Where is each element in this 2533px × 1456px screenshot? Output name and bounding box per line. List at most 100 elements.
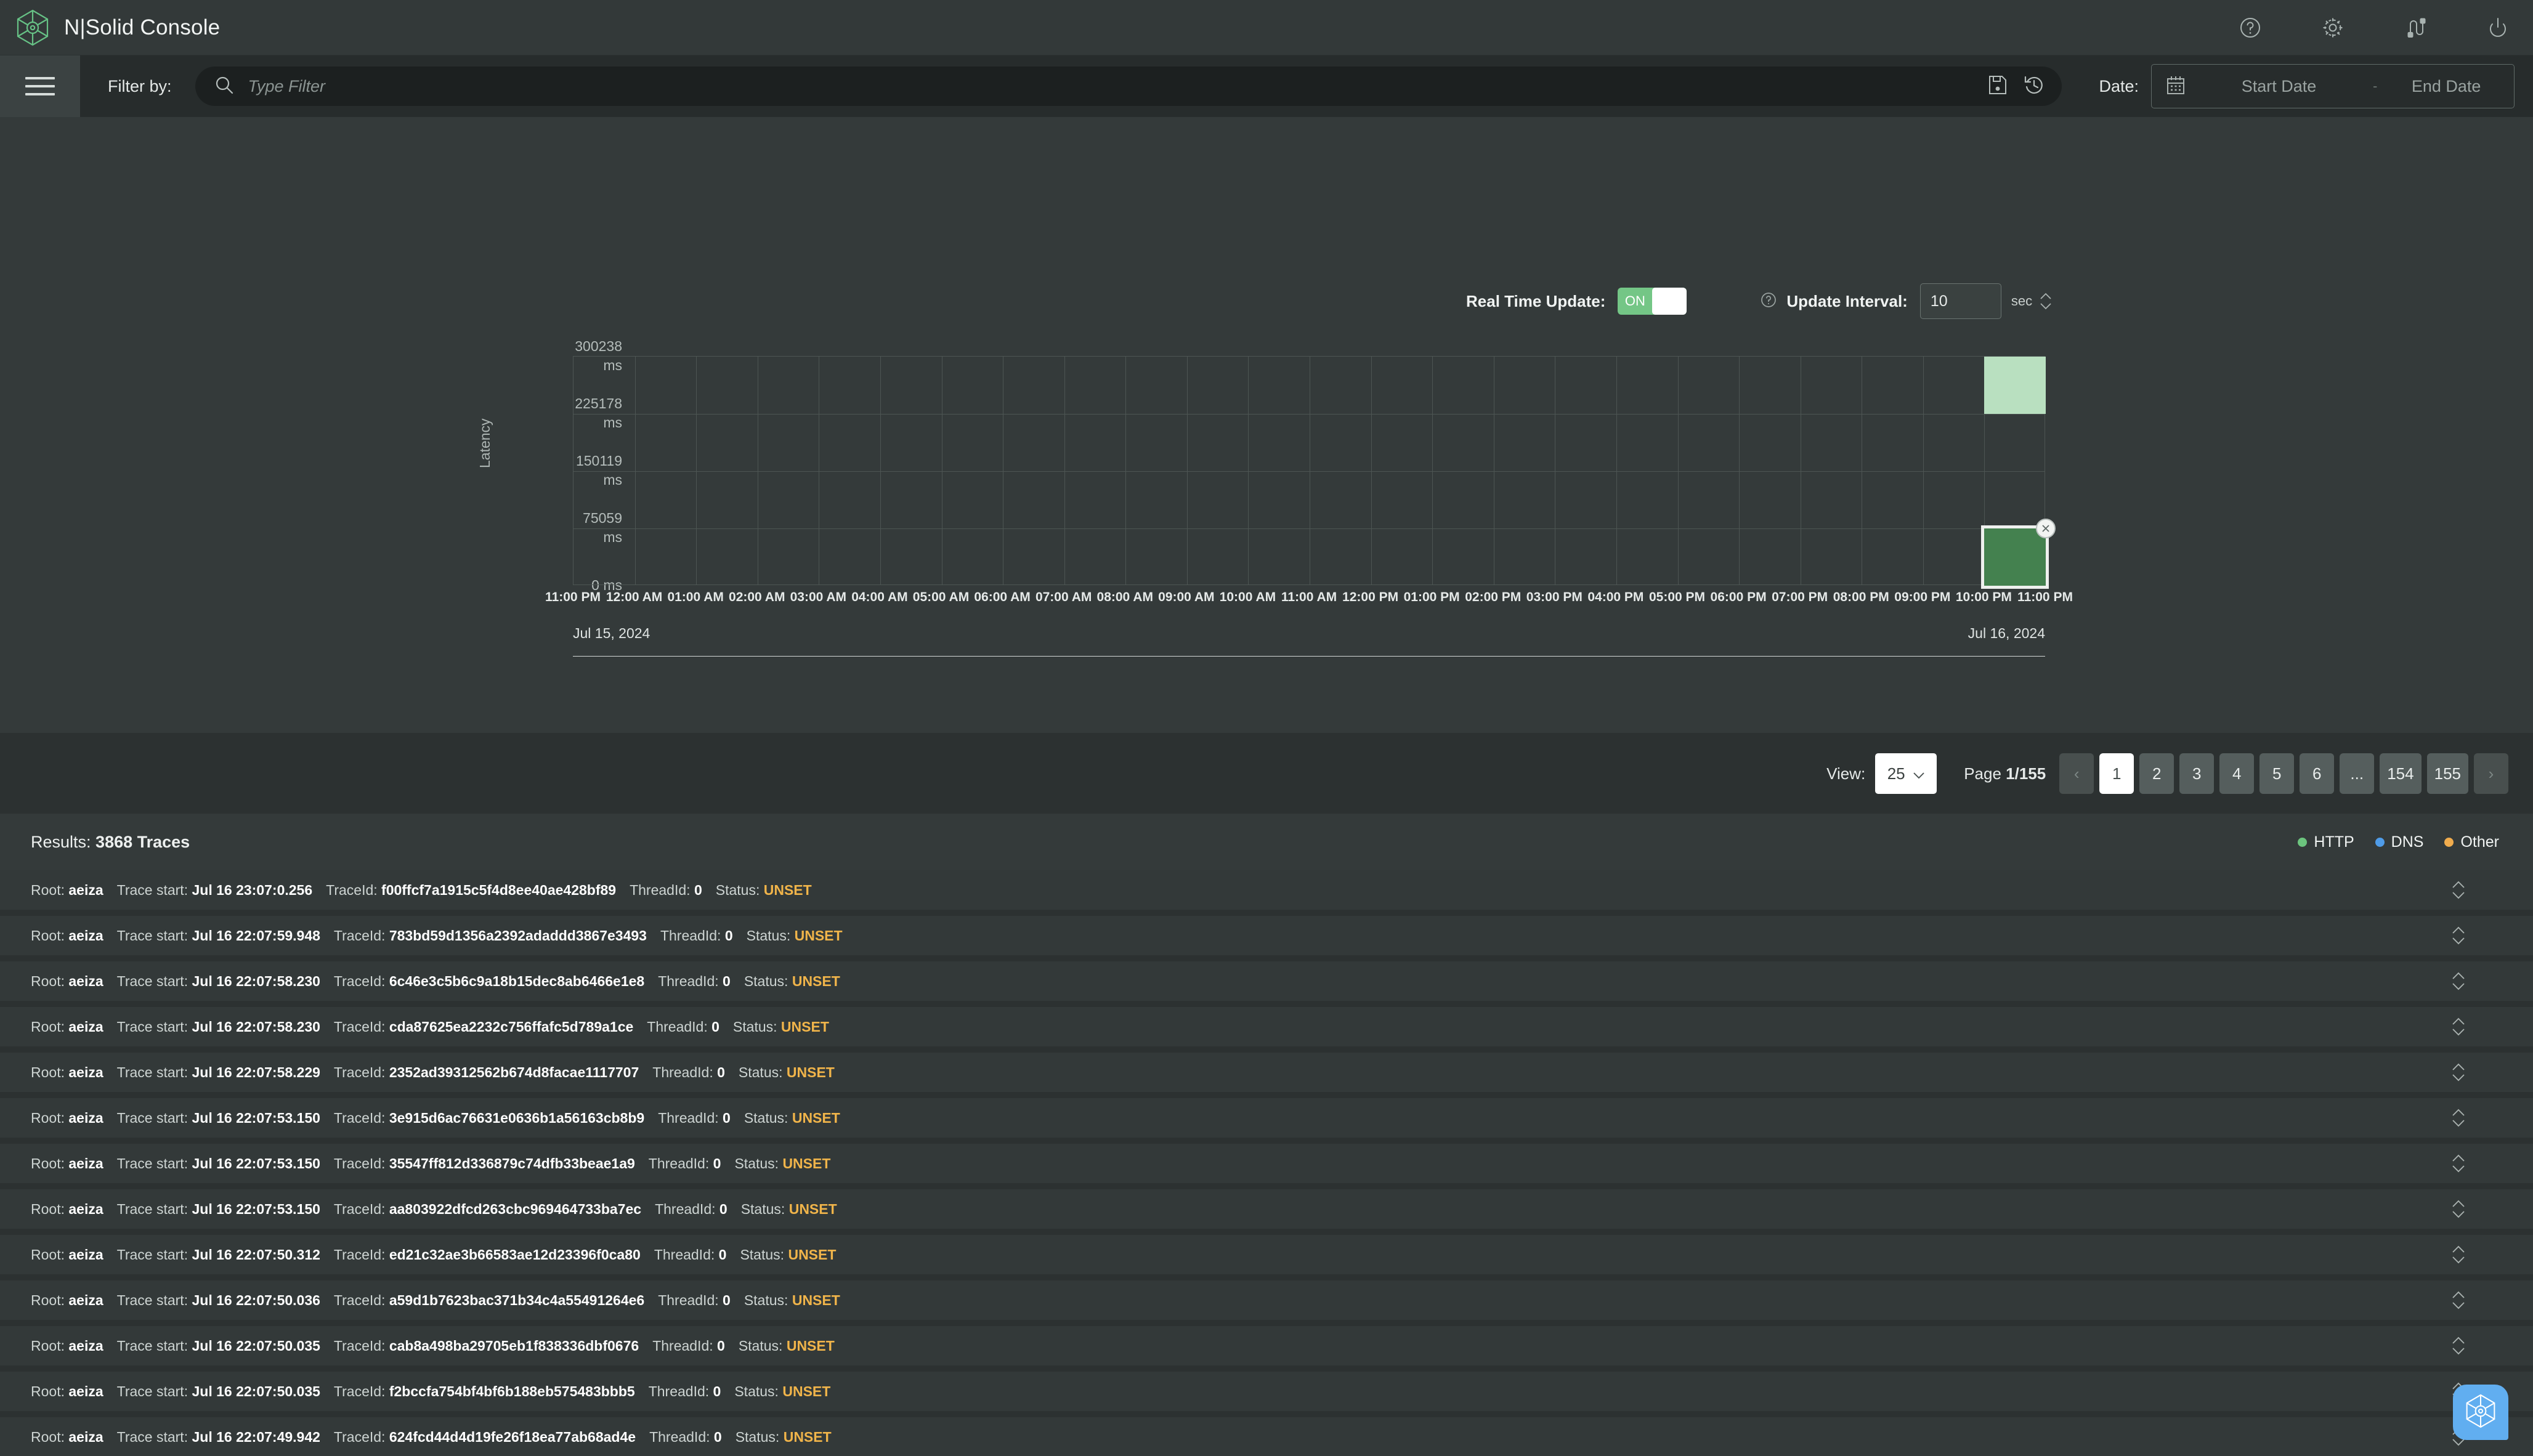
search-input[interactable] xyxy=(248,76,1976,96)
trace-start-value: Jul 16 22:07:53.150 xyxy=(192,1109,320,1126)
trace-row[interactable]: Root: aeiza Trace start: Jul 16 22:07:49.… xyxy=(0,1417,2533,1456)
latency-chart-section: Real Time Update: ON Update Interval: se… xyxy=(0,117,2533,733)
search-icon xyxy=(214,75,235,99)
end-date-field[interactable]: End Date xyxy=(2393,77,2499,96)
expand-collapse-icon[interactable] xyxy=(2452,1154,2465,1173)
range-end-date: Jul 16, 2024 xyxy=(1968,625,2045,641)
legend-color-dot xyxy=(2298,837,2308,847)
expand-collapse-icon[interactable] xyxy=(2452,1017,2465,1036)
trace-row[interactable]: Root: aeiza Trace start: Jul 16 22:07:58.… xyxy=(0,1007,2533,1046)
page-button-3[interactable]: 3 xyxy=(2179,753,2215,794)
update-interval-stepper[interactable] xyxy=(2040,293,2052,310)
legend-color-dot xyxy=(2375,837,2385,847)
page-button-4[interactable]: 4 xyxy=(2219,753,2255,794)
x-axis-tick-label: 10:00 PM xyxy=(1955,590,2012,604)
settings-gear-icon[interactable] xyxy=(2319,14,2347,42)
status-badge: UNSET xyxy=(788,1246,837,1263)
results-count-value: 3868 Traces xyxy=(95,832,190,851)
legend-label: DNS xyxy=(2391,833,2424,851)
page-button-5[interactable]: 5 xyxy=(2259,753,2295,794)
trace-list: Root: aeiza Trace start: Jul 16 23:07:0.2… xyxy=(0,870,2533,1456)
thread-id-label: ThreadId: xyxy=(649,1428,710,1445)
thread-id-label: ThreadId: xyxy=(652,1064,713,1080)
trace-id-value: f00ffcf7a1915c5f4d8ee40ae428bf89 xyxy=(381,881,617,898)
trace-row[interactable]: Root: aeiza Trace start: Jul 16 22:07:58.… xyxy=(0,961,2533,1001)
status-label: Status: xyxy=(734,1383,779,1399)
page-button-1[interactable]: 1 xyxy=(2099,753,2134,794)
save-filter-icon[interactable] xyxy=(1988,75,2008,99)
power-icon[interactable] xyxy=(2484,14,2512,42)
status-badge: UNSET xyxy=(794,927,843,944)
page-size-select[interactable]: 25 xyxy=(1875,753,1937,794)
page-ellipsis[interactable]: ... xyxy=(2340,753,2375,794)
trace-id-value: 3e915d6ac76631e0636b1a56163cb8b9 xyxy=(389,1109,645,1126)
trace-row[interactable]: Root: aeiza Trace start: Jul 16 22:07:53.… xyxy=(0,1144,2533,1183)
grid-line-horizontal xyxy=(573,471,2045,472)
trace-id-label: TraceId: xyxy=(333,1337,386,1354)
legend-item[interactable]: HTTP xyxy=(2298,833,2354,851)
trace-row[interactable]: Root: aeiza Trace start: Jul 16 22:07:53.… xyxy=(0,1189,2533,1229)
trace-row[interactable]: Root: aeiza Trace start: Jul 16 22:07:50.… xyxy=(0,1280,2533,1320)
close-icon[interactable] xyxy=(2036,519,2056,538)
trace-id-label: TraceId: xyxy=(333,1200,386,1217)
trace-id-label: TraceId: xyxy=(333,1109,386,1126)
trace-row[interactable]: Root: aeiza Trace start: Jul 16 22:07:58.… xyxy=(0,1053,2533,1092)
start-date-field[interactable]: Start Date xyxy=(2201,77,2357,96)
filter-input-container[interactable] xyxy=(195,67,2062,106)
expand-collapse-icon[interactable] xyxy=(2452,881,2465,899)
menu-toggle-button[interactable] xyxy=(0,55,80,117)
status-label: Status: xyxy=(746,927,791,944)
heatmap-cell[interactable] xyxy=(1984,357,2046,414)
trace-id-value: cda87625ea2232c756ffafc5d789a1ce xyxy=(389,1018,634,1035)
trace-row[interactable]: Root: aeiza Trace start: Jul 16 22:07:50.… xyxy=(0,1326,2533,1365)
page-button-2[interactable]: 2 xyxy=(2139,753,2174,794)
thread-id-value: 0 xyxy=(723,1109,731,1126)
grid-line-vertical xyxy=(1125,357,1127,584)
nsolid-cube-icon xyxy=(2464,1393,2497,1432)
trace-row[interactable]: Root: aeiza Trace start: Jul 16 22:07:53.… xyxy=(0,1098,2533,1138)
app-title: N|Solid Console xyxy=(64,15,221,39)
expand-collapse-icon[interactable] xyxy=(2452,972,2465,990)
update-interval-help-icon[interactable] xyxy=(1759,291,1778,312)
x-axis-tick-label: 04:00 PM xyxy=(1587,590,1644,604)
expand-collapse-icon[interactable] xyxy=(2452,1200,2465,1218)
expand-collapse-icon[interactable] xyxy=(2452,1337,2465,1355)
x-axis-tick-label: 12:00 PM xyxy=(1342,590,1399,604)
expand-collapse-icon[interactable] xyxy=(2452,1109,2465,1127)
trace-row[interactable]: Root: aeiza Trace start: Jul 16 22:07:59.… xyxy=(0,916,2533,955)
connection-icon[interactable] xyxy=(2401,14,2430,42)
next-page-button[interactable]: › xyxy=(2474,753,2508,794)
expand-collapse-icon[interactable] xyxy=(2452,1063,2465,1082)
grid-line-vertical xyxy=(1923,357,1924,584)
help-icon[interactable] xyxy=(2236,14,2264,42)
x-axis-tick-label: 02:00 AM xyxy=(729,590,785,604)
expand-collapse-icon[interactable] xyxy=(2452,1245,2465,1264)
root-label: Root: xyxy=(31,1383,65,1399)
heatmap-plot-area[interactable] xyxy=(573,356,2056,589)
nsolid-assistant-button[interactable] xyxy=(2453,1385,2508,1440)
heatmap-cell[interactable] xyxy=(1981,525,2049,589)
update-interval-input[interactable] xyxy=(1919,283,2001,319)
expand-collapse-icon[interactable] xyxy=(2452,1291,2465,1309)
legend-item[interactable]: DNS xyxy=(2375,833,2424,851)
date-range-box[interactable]: Start Date - End Date xyxy=(2151,64,2515,108)
update-interval-label: Update Interval: xyxy=(1786,291,1908,310)
real-time-update-toggle[interactable]: ON xyxy=(1618,288,1687,315)
trace-row[interactable]: Root: aeiza Trace start: Jul 16 22:07:50.… xyxy=(0,1235,2533,1274)
x-axis-tick-label: 08:00 PM xyxy=(1833,590,1889,604)
expand-collapse-icon[interactable] xyxy=(2452,926,2465,945)
legend-item[interactable]: Other xyxy=(2444,833,2499,851)
trace-row[interactable]: Root: aeiza Trace start: Jul 16 22:07:50.… xyxy=(0,1372,2533,1411)
date-range-picker[interactable]: Date: Start Date - End Date xyxy=(2099,55,2515,117)
status-label: Status: xyxy=(738,1064,783,1080)
prev-page-button[interactable]: ‹ xyxy=(2059,753,2094,794)
status-badge: UNSET xyxy=(788,1200,837,1217)
status-label: Status: xyxy=(744,1109,788,1126)
filter-history-icon[interactable] xyxy=(2024,75,2045,99)
trace-row[interactable]: Root: aeiza Trace start: Jul 16 23:07:0.2… xyxy=(0,870,2533,910)
page-button-155[interactable]: 155 xyxy=(2426,753,2468,794)
page-button-6[interactable]: 6 xyxy=(2300,753,2335,794)
trace-start-label: Trace start: xyxy=(116,927,188,944)
grid-line-vertical xyxy=(880,357,881,584)
page-button-154[interactable]: 154 xyxy=(2380,753,2422,794)
